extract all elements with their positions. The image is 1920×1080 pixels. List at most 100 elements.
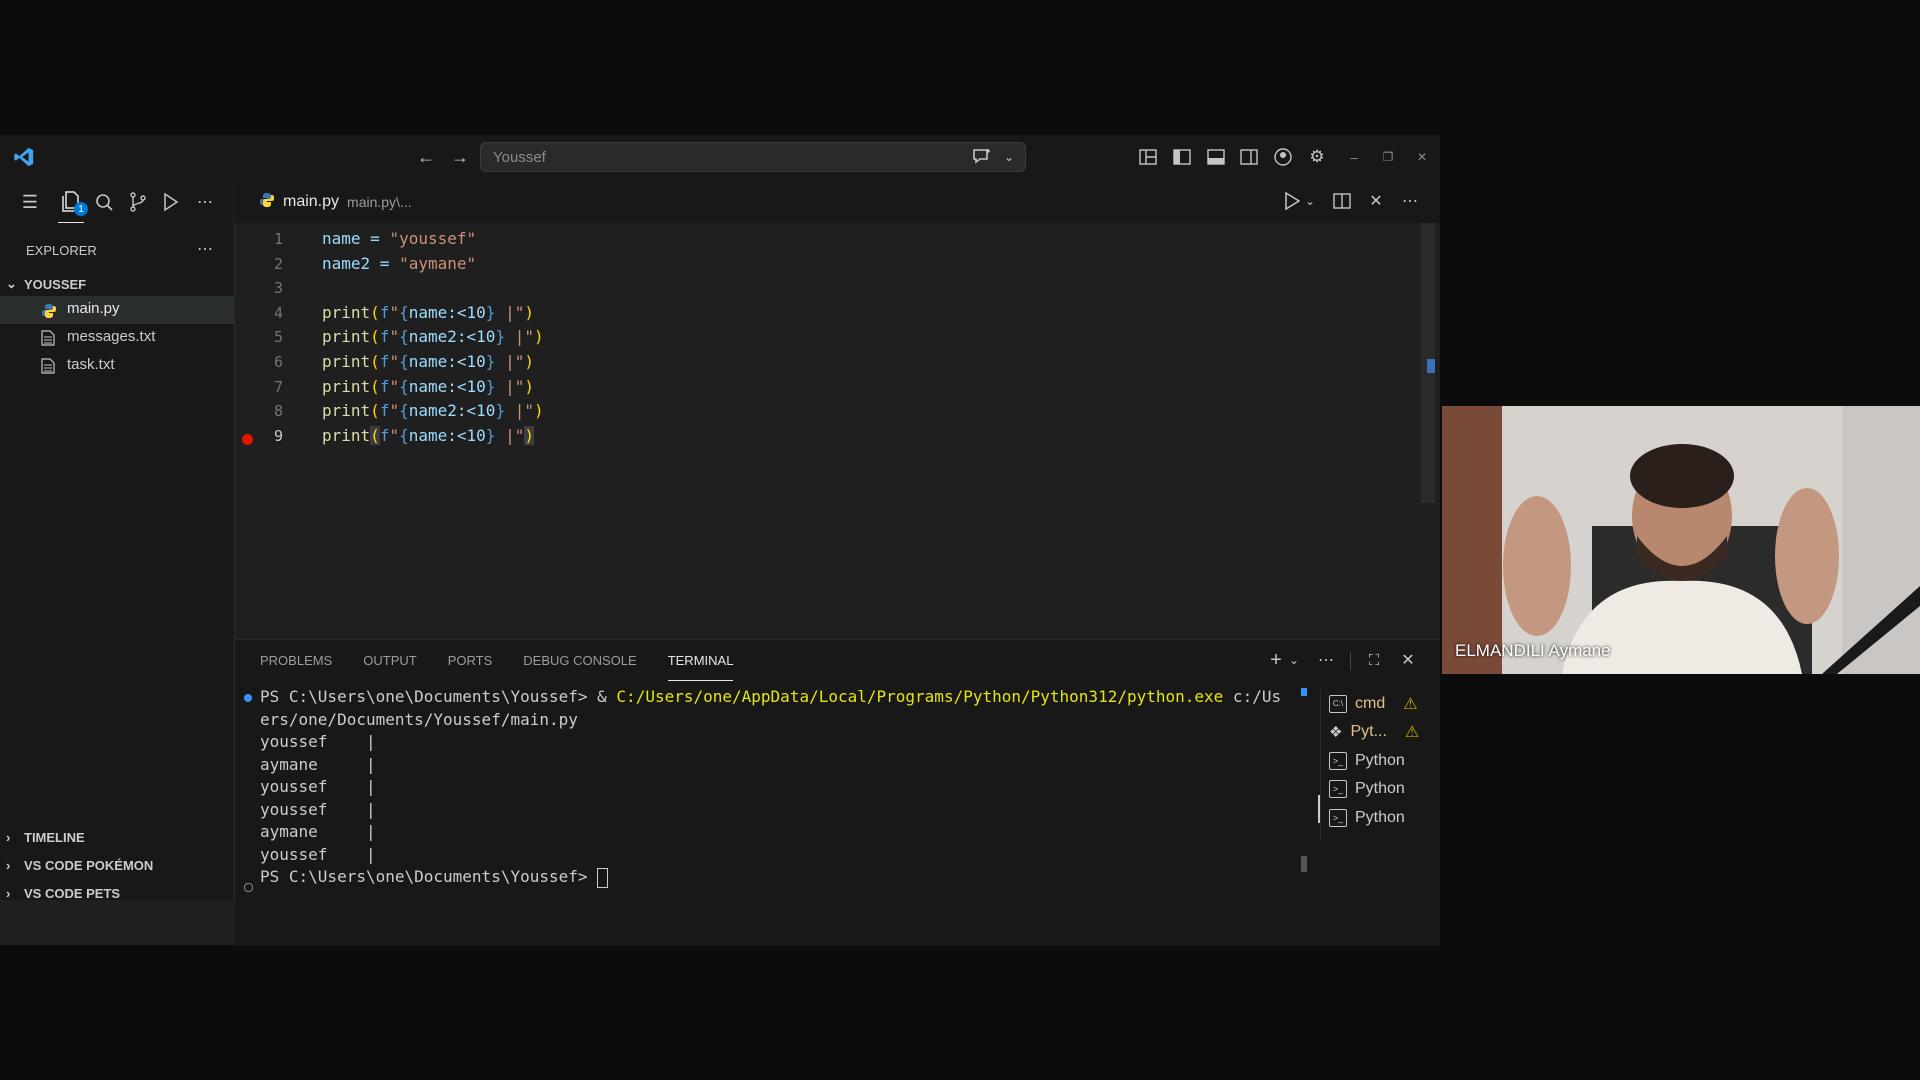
search-icon[interactable] bbox=[92, 190, 116, 214]
tab-main-py[interactable]: main.py main.py\... bbox=[259, 188, 412, 216]
terminal[interactable]: PS C:\Users\one\Documents\Youssef> & C:/… bbox=[235, 686, 1307, 936]
debug-terminal-icon: ❖ bbox=[1329, 724, 1343, 741]
split-editor-icon[interactable] bbox=[1331, 190, 1353, 212]
terminal-prompt-line: PS C:\Users\one\Documents\Youssef> bbox=[260, 866, 1281, 889]
terminal-name: Python bbox=[1355, 809, 1405, 826]
terminal-name: Python bbox=[1355, 752, 1405, 769]
webcam-person-image bbox=[1442, 406, 1920, 674]
python-file-icon bbox=[259, 192, 275, 213]
code-editor[interactable]: 1 2 3 4 5 6 7 8 9 name = "youssef" name2… bbox=[235, 223, 1440, 643]
code-line: name = "youssef" bbox=[322, 229, 477, 248]
active-terminal-indicator bbox=[1318, 795, 1320, 823]
chevron-right-icon: › bbox=[6, 857, 11, 873]
file-item[interactable]: messages.txt bbox=[0, 324, 234, 352]
menu-icon[interactable]: ☰ bbox=[18, 190, 42, 214]
vscode-pets-section[interactable]: › VS CODE PETS bbox=[6, 882, 120, 904]
code-line: print(f"{name2:<10} |") bbox=[322, 401, 544, 421]
code-line: name2 = "aymane" bbox=[322, 253, 477, 273]
explorer-sidebar: EXPLORER ⋯ ⌄ YOUSSEF main.py messages.tx… bbox=[0, 223, 235, 901]
minimize-icon[interactable]: – bbox=[1342, 146, 1366, 168]
terminal-shell-icon: >_ bbox=[1329, 752, 1347, 770]
settings-gear-icon[interactable]: ⚙ bbox=[1305, 146, 1329, 168]
file-name: messages.txt bbox=[67, 328, 156, 345]
code-line: print(f"{name:<10} |") bbox=[322, 302, 534, 322]
restore-icon[interactable]: ❐ bbox=[1376, 146, 1400, 168]
explorer-badge: 1 bbox=[74, 202, 88, 216]
back-arrow-icon[interactable]: ← bbox=[414, 145, 438, 169]
line-number: 3 bbox=[273, 279, 283, 298]
code-line: print(f"{name:<10} |") bbox=[322, 351, 534, 371]
tab-label: main.py bbox=[283, 193, 340, 210]
terminal-more-icon[interactable]: ⋯ bbox=[1315, 649, 1337, 671]
line-number: 5 bbox=[273, 328, 283, 347]
divider bbox=[1350, 652, 1351, 670]
terminal-list-item[interactable]: >_ Python bbox=[1329, 775, 1405, 803]
line-number: 2 bbox=[273, 254, 283, 273]
file-item[interactable]: main.py bbox=[0, 296, 234, 324]
close-window-icon[interactable]: ✕ bbox=[1410, 146, 1434, 168]
tab-debug-console[interactable]: DEBUG CONSOLE bbox=[523, 640, 636, 680]
more-views-icon[interactable]: ⋯ bbox=[193, 190, 217, 214]
section-title: VS CODE PETS bbox=[24, 885, 121, 901]
terminal-output-line: youssef | bbox=[260, 799, 376, 819]
timeline-section[interactable]: › TIMELINE bbox=[6, 826, 85, 848]
terminal-list-item[interactable]: C:\ cmd ⚠ bbox=[1329, 690, 1418, 718]
panel-tabs: PROBLEMS OUTPUT PORTS DEBUG CONSOLE TERM… bbox=[260, 640, 734, 681]
section-title: VS CODE POKÉMON bbox=[24, 857, 154, 873]
chevron-down-icon[interactable]: ⌄ bbox=[999, 147, 1019, 167]
run-file-icon[interactable] bbox=[1281, 190, 1303, 212]
terminal-scrollbar[interactable] bbox=[1301, 856, 1307, 872]
terminal-output-line: aymane | bbox=[260, 822, 376, 841]
close-panel-icon[interactable]: ✕ bbox=[1397, 649, 1419, 671]
title-bar: ← → Youssef ⌄ ⚙ – ❐ ✕ bbox=[0, 135, 1440, 181]
toggle-secondary-sidebar-icon[interactable] bbox=[1237, 146, 1261, 168]
terminal-list-item[interactable]: ❖ Pyt... ⚠ bbox=[1329, 718, 1419, 746]
editor-tab-bar: main.py main.py\... ⌄ ✕ ⋯ bbox=[235, 180, 1440, 223]
text-file-icon bbox=[41, 358, 57, 374]
run-debug-icon[interactable] bbox=[159, 190, 183, 214]
command-center-search[interactable]: Youssef ⌄ bbox=[480, 142, 1026, 172]
explorer-title: EXPLORER bbox=[26, 243, 97, 258]
terminal-list: C:\ cmd ⚠ ❖ Pyt... ⚠ >_ Python >_ Python… bbox=[1318, 690, 1441, 840]
tab-ports[interactable]: PORTS bbox=[448, 640, 493, 680]
tab-terminal[interactable]: TERMINAL bbox=[667, 640, 734, 681]
customize-layout-icon[interactable] bbox=[1136, 146, 1160, 168]
line-number: 6 bbox=[273, 352, 283, 371]
folder-name: YOUSSEF bbox=[24, 276, 87, 292]
explorer-more-icon[interactable]: ⋯ bbox=[194, 239, 216, 259]
explorer-icon[interactable]: 1 bbox=[58, 188, 88, 224]
code-line: print(f"{name2:<10} |") bbox=[322, 327, 544, 347]
file-item[interactable]: task.txt bbox=[0, 352, 234, 380]
line-number: 9 bbox=[273, 426, 283, 445]
maximize-panel-icon[interactable]: ⛶ bbox=[1363, 649, 1385, 671]
editor-more-icon[interactable]: ⋯ bbox=[1399, 190, 1421, 212]
folder-header[interactable]: ⌄ YOUSSEF bbox=[6, 273, 86, 295]
tab-problems[interactable]: PROBLEMS bbox=[260, 640, 332, 680]
warning-icon: ⚠ bbox=[1403, 696, 1418, 713]
vscode-pokemon-section[interactable]: › VS CODE POKÉMON bbox=[6, 854, 153, 876]
vscode-logo-icon bbox=[12, 145, 36, 169]
terminal-profile-chevron-icon[interactable]: ⌄ bbox=[1286, 649, 1302, 671]
toggle-panel-icon[interactable] bbox=[1204, 146, 1228, 168]
python-file-icon bbox=[41, 303, 57, 319]
source-control-icon[interactable] bbox=[126, 190, 150, 214]
command-success-dot bbox=[244, 694, 252, 702]
terminal-list-item[interactable]: >_ Python bbox=[1329, 747, 1405, 775]
close-editor-icon[interactable]: ✕ bbox=[1365, 190, 1387, 212]
activity-bar: ☰ 1 ⋯ bbox=[0, 180, 234, 224]
toggle-primary-sidebar-icon[interactable] bbox=[1170, 146, 1194, 168]
line-number: 4 bbox=[273, 303, 283, 322]
forward-arrow-icon[interactable]: → bbox=[448, 145, 472, 169]
new-terminal-icon[interactable]: + bbox=[1265, 649, 1287, 671]
terminal-output: PS C:\Users\one\Documents\Youssef> & C:/… bbox=[260, 686, 1281, 889]
terminal-output-line: aymane | bbox=[260, 754, 376, 774]
text-file-icon bbox=[41, 330, 57, 346]
terminal-name: Python bbox=[1355, 780, 1405, 797]
copilot-chat-icon[interactable] bbox=[971, 147, 993, 167]
run-options-chevron-icon[interactable]: ⌄ bbox=[1302, 190, 1318, 212]
terminal-list-item[interactable]: >_ Python bbox=[1329, 804, 1405, 832]
accounts-icon[interactable] bbox=[1271, 146, 1295, 168]
command-center-text: Youssef bbox=[493, 149, 546, 166]
file-name: task.txt bbox=[67, 356, 115, 373]
tab-output[interactable]: OUTPUT bbox=[363, 640, 416, 680]
